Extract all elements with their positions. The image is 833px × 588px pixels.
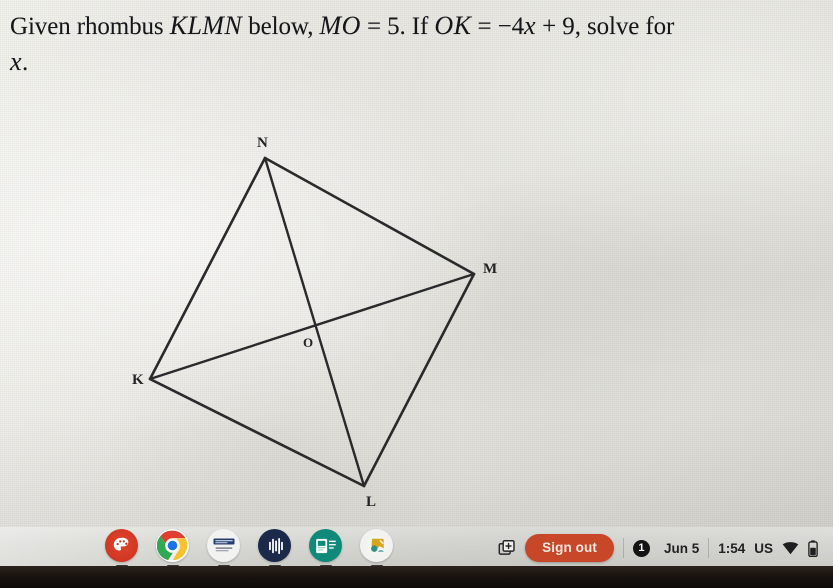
vertex-label-M: M [483,261,497,277]
shelf-item-chrome-browser[interactable] [156,529,189,567]
status-divider-1 [622,538,624,558]
screen-capture-glyph [498,539,515,555]
side-LM [362,272,476,488]
chrome-icon [157,530,188,561]
question-variable-x: x [10,47,22,76]
question-rhombus-name: KLMN [169,11,243,40]
audio-wave-icon [268,537,283,554]
question-mo-value: = 5 [360,13,400,40]
question-ok-constant: + 9 [535,13,575,40]
shelf-app-icons [105,529,393,567]
wifi-icon[interactable] [782,541,799,555]
side-KL [148,377,366,488]
question-variable-x-inline: x [524,11,536,40]
shelf-date[interactable]: Jun 5 [664,541,699,556]
vertex-label-L: L [366,494,376,510]
vertex-label-N: N [257,135,268,151]
paint-palette-icon [113,537,129,551]
rhombus-diagonals [148,156,476,488]
rhombus-sides [148,156,476,488]
battery-icon[interactable] [808,539,818,557]
shelf-item-classroom-app[interactable] [360,529,393,567]
diagonal-NL [263,156,366,488]
question-segment-mo: MO [319,11,361,40]
question-part-given: Given rhombus [10,13,170,40]
screen-capture-icon[interactable] [493,534,521,562]
diagonal-KM [148,272,476,381]
center-label-O: O [303,335,313,350]
question-part-solve: , solve for [574,13,675,40]
shelf-time[interactable]: 1:54 [718,541,745,556]
question-text: Given rhombus KLMN below, MO = 5. If OK … [10,8,810,80]
question-part-below: below, [242,13,320,40]
device-bezel [0,566,833,588]
shelf-item-slides-app[interactable] [309,529,342,567]
question-part-if: . If [399,13,435,40]
status-divider-2 [708,538,710,558]
side-NK [148,156,267,381]
notification-count-badge[interactable]: 1 [632,539,650,557]
question-segment-ok: OK [434,11,472,40]
document-icon [213,538,234,551]
sign-out-button[interactable]: Sign out [525,534,614,562]
wifi-glyph [782,541,799,554]
shelf-status-area: Sign out 1 Jun 5 1:54 US [493,527,827,569]
vertex-label-K: K [132,372,144,388]
screenshot-root: Given rhombus KLMN below, MO = 5. If OK … [0,0,833,588]
classroom-icon [366,535,387,556]
shelf-item-audio-app[interactable] [258,529,291,567]
question-ok-coefficient: = −4 [471,13,525,40]
shelf-item-document-app[interactable] [207,529,240,567]
shelf-locale[interactable]: US [754,541,773,556]
slides-icon [315,538,336,553]
side-MN [263,156,476,276]
battery-glyph [808,539,818,557]
question-period: . [21,49,29,76]
chromeos-shelf: Sign out 1 Jun 5 1:54 US [0,527,833,569]
shelf-item-paint-app[interactable] [105,529,138,567]
